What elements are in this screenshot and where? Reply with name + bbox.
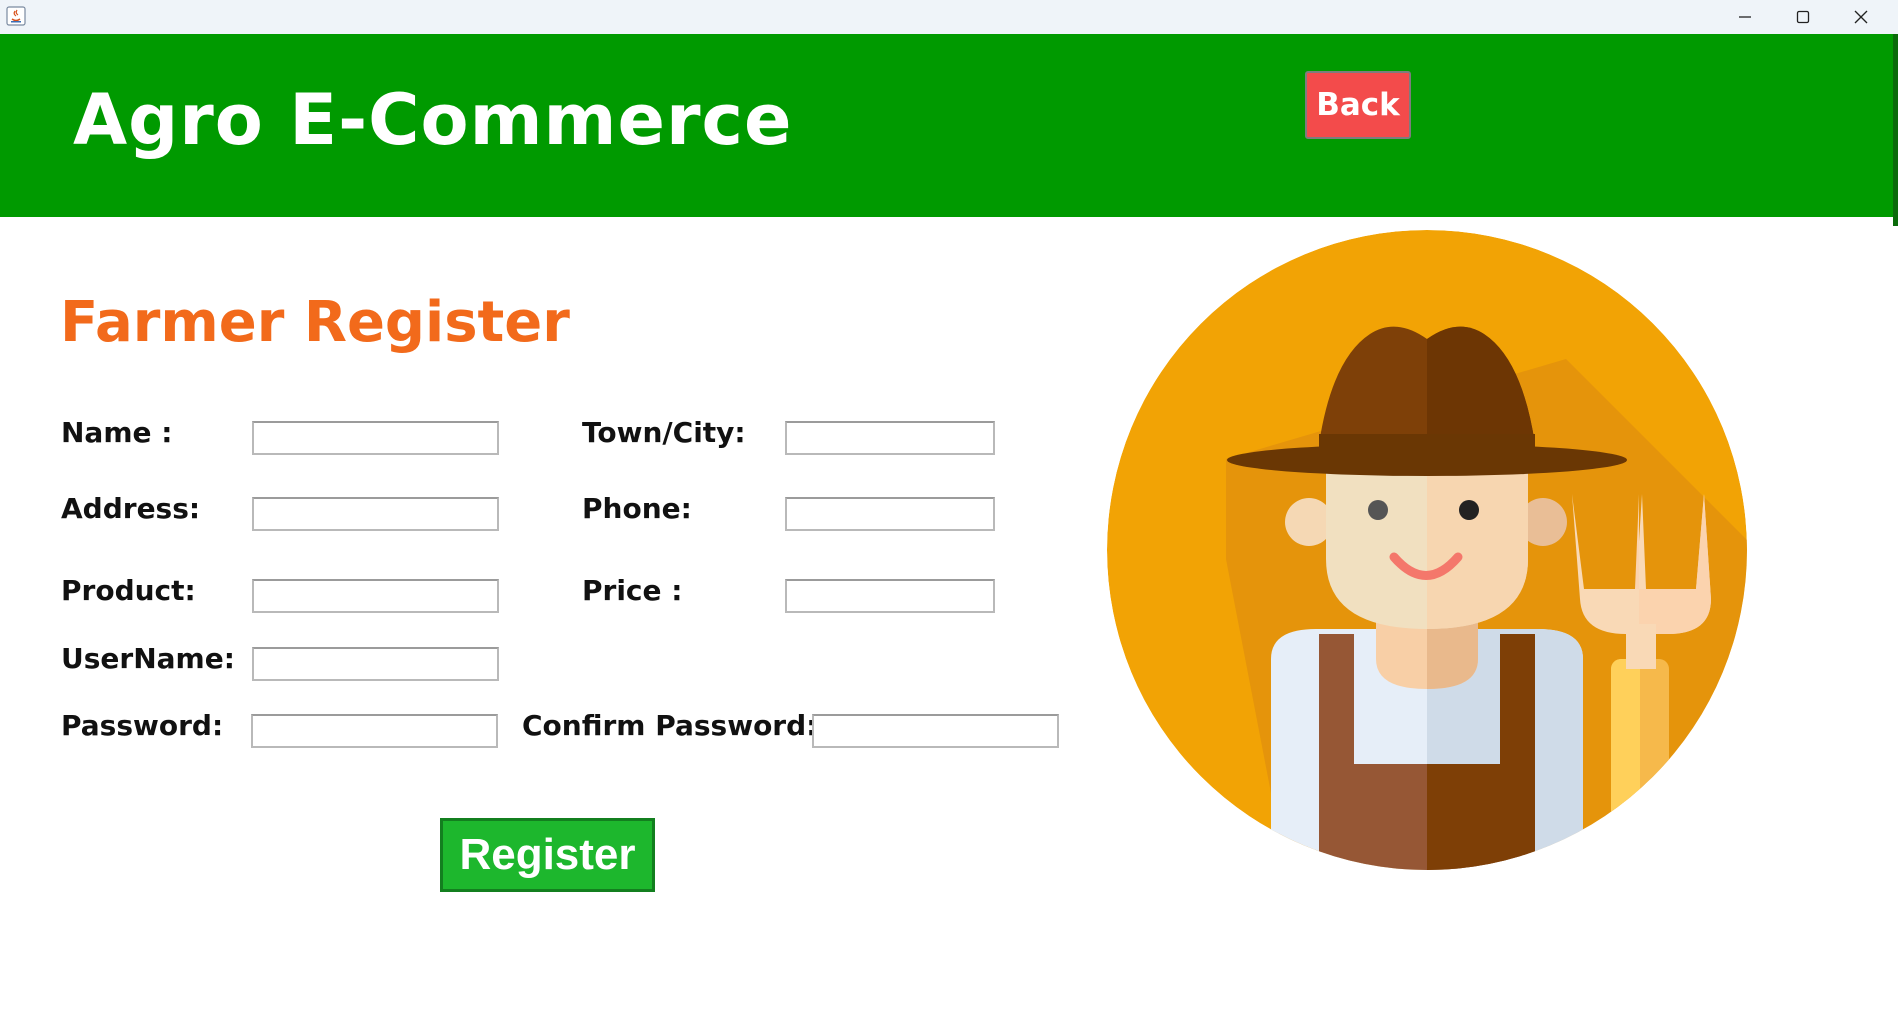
town-city-label: Town/City: [582,416,746,449]
name-field[interactable] [252,421,499,455]
town-city-field[interactable] [785,421,995,455]
address-field[interactable] [252,497,499,531]
window-title-bar [0,0,1898,34]
address-label: Address: [61,492,201,525]
product-label: Product: [61,574,196,607]
price-field[interactable] [785,579,995,613]
back-button[interactable]: Back [1305,71,1411,139]
product-field[interactable] [252,579,499,613]
confirm-password-field[interactable] [812,714,1059,748]
farmer-avatar-icon [1106,229,1748,871]
username-label: UserName: [61,642,235,675]
register-button[interactable]: Register [440,818,655,892]
phone-label: Phone: [582,492,692,525]
price-label: Price : [582,574,683,607]
maximize-button[interactable] [1774,0,1832,34]
username-field[interactable] [252,647,499,681]
app-title: Agro E-Commerce [73,79,793,161]
close-button[interactable] [1832,0,1890,34]
confirm-password-label: Confirm Password: [522,709,818,742]
close-icon [1854,10,1868,24]
password-field[interactable] [251,714,498,748]
window-edge [1893,34,1898,226]
password-label: Password: [61,709,224,742]
page-title: Farmer Register [60,290,570,355]
minimize-icon [1739,16,1751,18]
phone-field[interactable] [785,497,995,531]
java-icon[interactable] [6,6,26,26]
minimize-button[interactable] [1716,0,1774,34]
name-label: Name : [61,416,173,449]
maximize-icon [1796,10,1810,24]
